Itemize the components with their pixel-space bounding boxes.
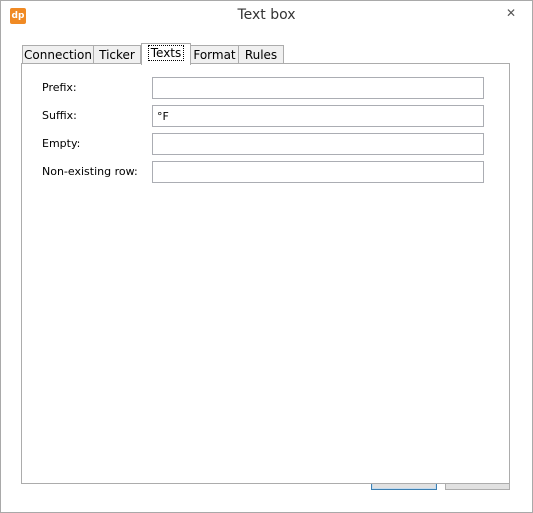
empty-label: Empty:	[42, 137, 81, 150]
prefix-field[interactable]	[152, 77, 484, 99]
empty-field[interactable]	[152, 133, 484, 155]
dialog-client-area: Connection Ticker Texts Format Rules Pre…	[1, 32, 532, 512]
tab-connection[interactable]: Connection	[22, 45, 94, 63]
tab-panel-texts: Prefix: Suffix: Empty: Non-existing row:	[21, 63, 510, 484]
suffix-field[interactable]	[152, 105, 484, 127]
tab-label: Ticker	[99, 48, 135, 62]
prefix-label: Prefix:	[42, 81, 77, 94]
dialog-window: dp Text box ✕ Connection Ticker Texts Fo…	[0, 0, 533, 513]
tab-texts[interactable]: Texts	[141, 43, 191, 65]
tab-rules[interactable]: Rules	[238, 45, 284, 63]
tab-label: Texts	[147, 45, 185, 61]
close-icon[interactable]: ✕	[497, 3, 525, 23]
tab-ticker[interactable]: Ticker	[93, 45, 141, 63]
title-bar[interactable]: dp Text box ✕	[1, 1, 532, 32]
tab-label: Connection	[24, 48, 92, 62]
tab-label: Rules	[244, 48, 278, 62]
non-existing-row-field[interactable]	[152, 161, 484, 183]
tab-label: Format	[193, 48, 236, 62]
non-existing-row-label: Non-existing row:	[42, 165, 138, 178]
suffix-label: Suffix:	[42, 109, 77, 122]
tab-format[interactable]: Format	[190, 45, 239, 63]
window-title: Text box	[237, 7, 296, 23]
